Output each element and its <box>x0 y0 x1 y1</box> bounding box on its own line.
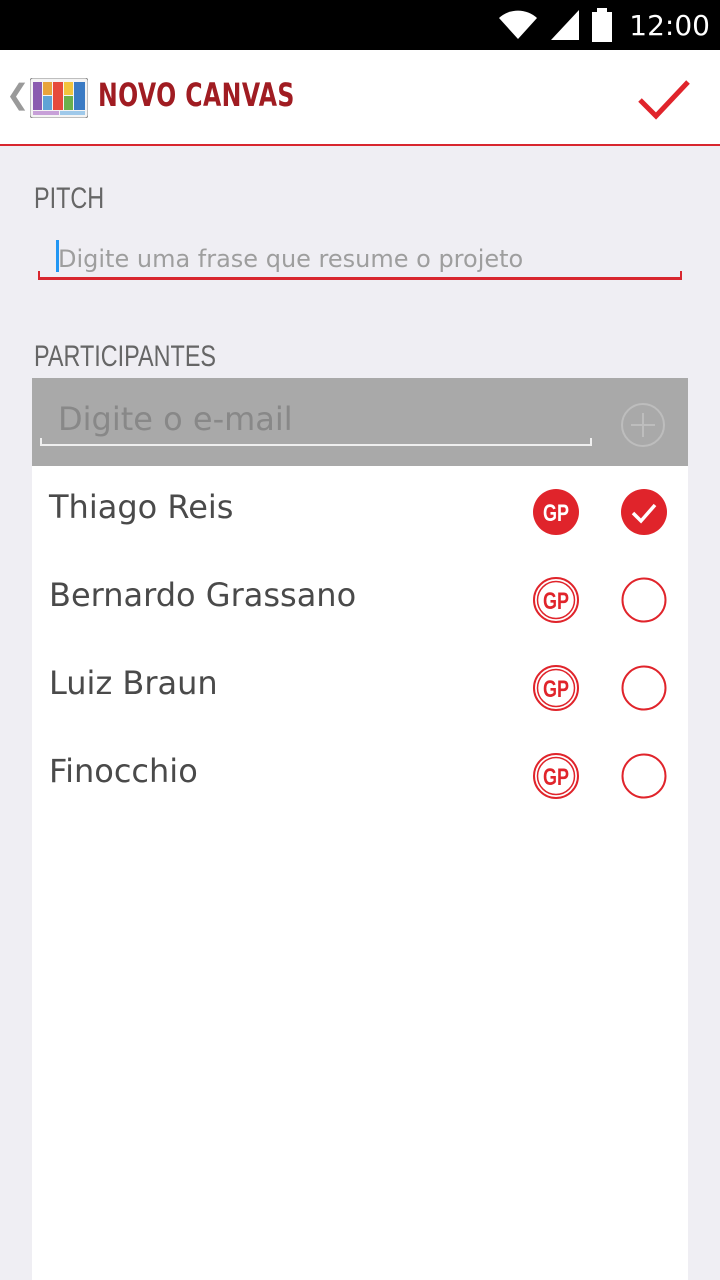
gp-badge-text: GP <box>543 765 569 791</box>
gp-badge-icon[interactable]: GP <box>532 576 580 624</box>
participant-name: Finocchio <box>49 752 198 790</box>
status-bar: 12:00 <box>0 0 720 50</box>
status-icons: 12:00 <box>497 0 710 50</box>
wifi-icon <box>499 10 538 39</box>
gp-badge-icon[interactable]: GP <box>532 752 580 800</box>
battery-icon <box>592 8 613 42</box>
participant-name: Luiz Braun <box>49 664 218 702</box>
pitch-field[interactable] <box>38 232 682 280</box>
gp-badge-icon[interactable]: GP <box>532 664 580 712</box>
signal-icon <box>551 10 580 40</box>
gp-badge-text: GP <box>543 589 569 615</box>
status-time: 12:00 <box>629 8 710 42</box>
list-item[interactable]: Thiago Reis GP <box>32 466 688 554</box>
participant-name: Bernardo Grassano <box>49 576 357 614</box>
list-item[interactable]: Finocchio GP <box>32 730 688 818</box>
participants-label: PARTICIPANTES <box>34 340 217 373</box>
gp-badge-text: GP <box>543 677 569 703</box>
list-item[interactable]: Bernardo Grassano GP <box>32 554 688 642</box>
pitch-label: PITCH <box>34 182 105 215</box>
participants-list: Thiago Reis GP Bernardo Grassano GP Luiz… <box>32 466 688 1280</box>
action-bar: ❮ NOVO CANVAS <box>0 50 720 146</box>
unselected-circle-icon[interactable] <box>620 752 668 800</box>
unselected-circle-icon[interactable] <box>620 576 668 624</box>
canvas-grid-logo-icon[interactable] <box>30 78 88 118</box>
chevron-left-icon[interactable]: ❮ <box>6 78 29 111</box>
pitch-underline <box>38 271 682 280</box>
email-underline <box>40 438 592 446</box>
text-cursor <box>56 240 59 272</box>
add-circle-icon[interactable] <box>620 402 666 448</box>
gp-badge-icon[interactable]: GP <box>532 488 580 536</box>
selected-check-icon[interactable] <box>620 488 668 536</box>
unselected-circle-icon[interactable] <box>620 664 668 712</box>
checkmark-icon[interactable] <box>634 74 694 124</box>
page-title: NOVO CANVAS <box>98 76 295 114</box>
list-item[interactable]: Luiz Braun GP <box>32 642 688 730</box>
email-input[interactable] <box>56 396 600 442</box>
email-bar <box>32 378 688 466</box>
participant-name: Thiago Reis <box>49 488 234 526</box>
gp-badge-text: GP <box>543 501 569 527</box>
